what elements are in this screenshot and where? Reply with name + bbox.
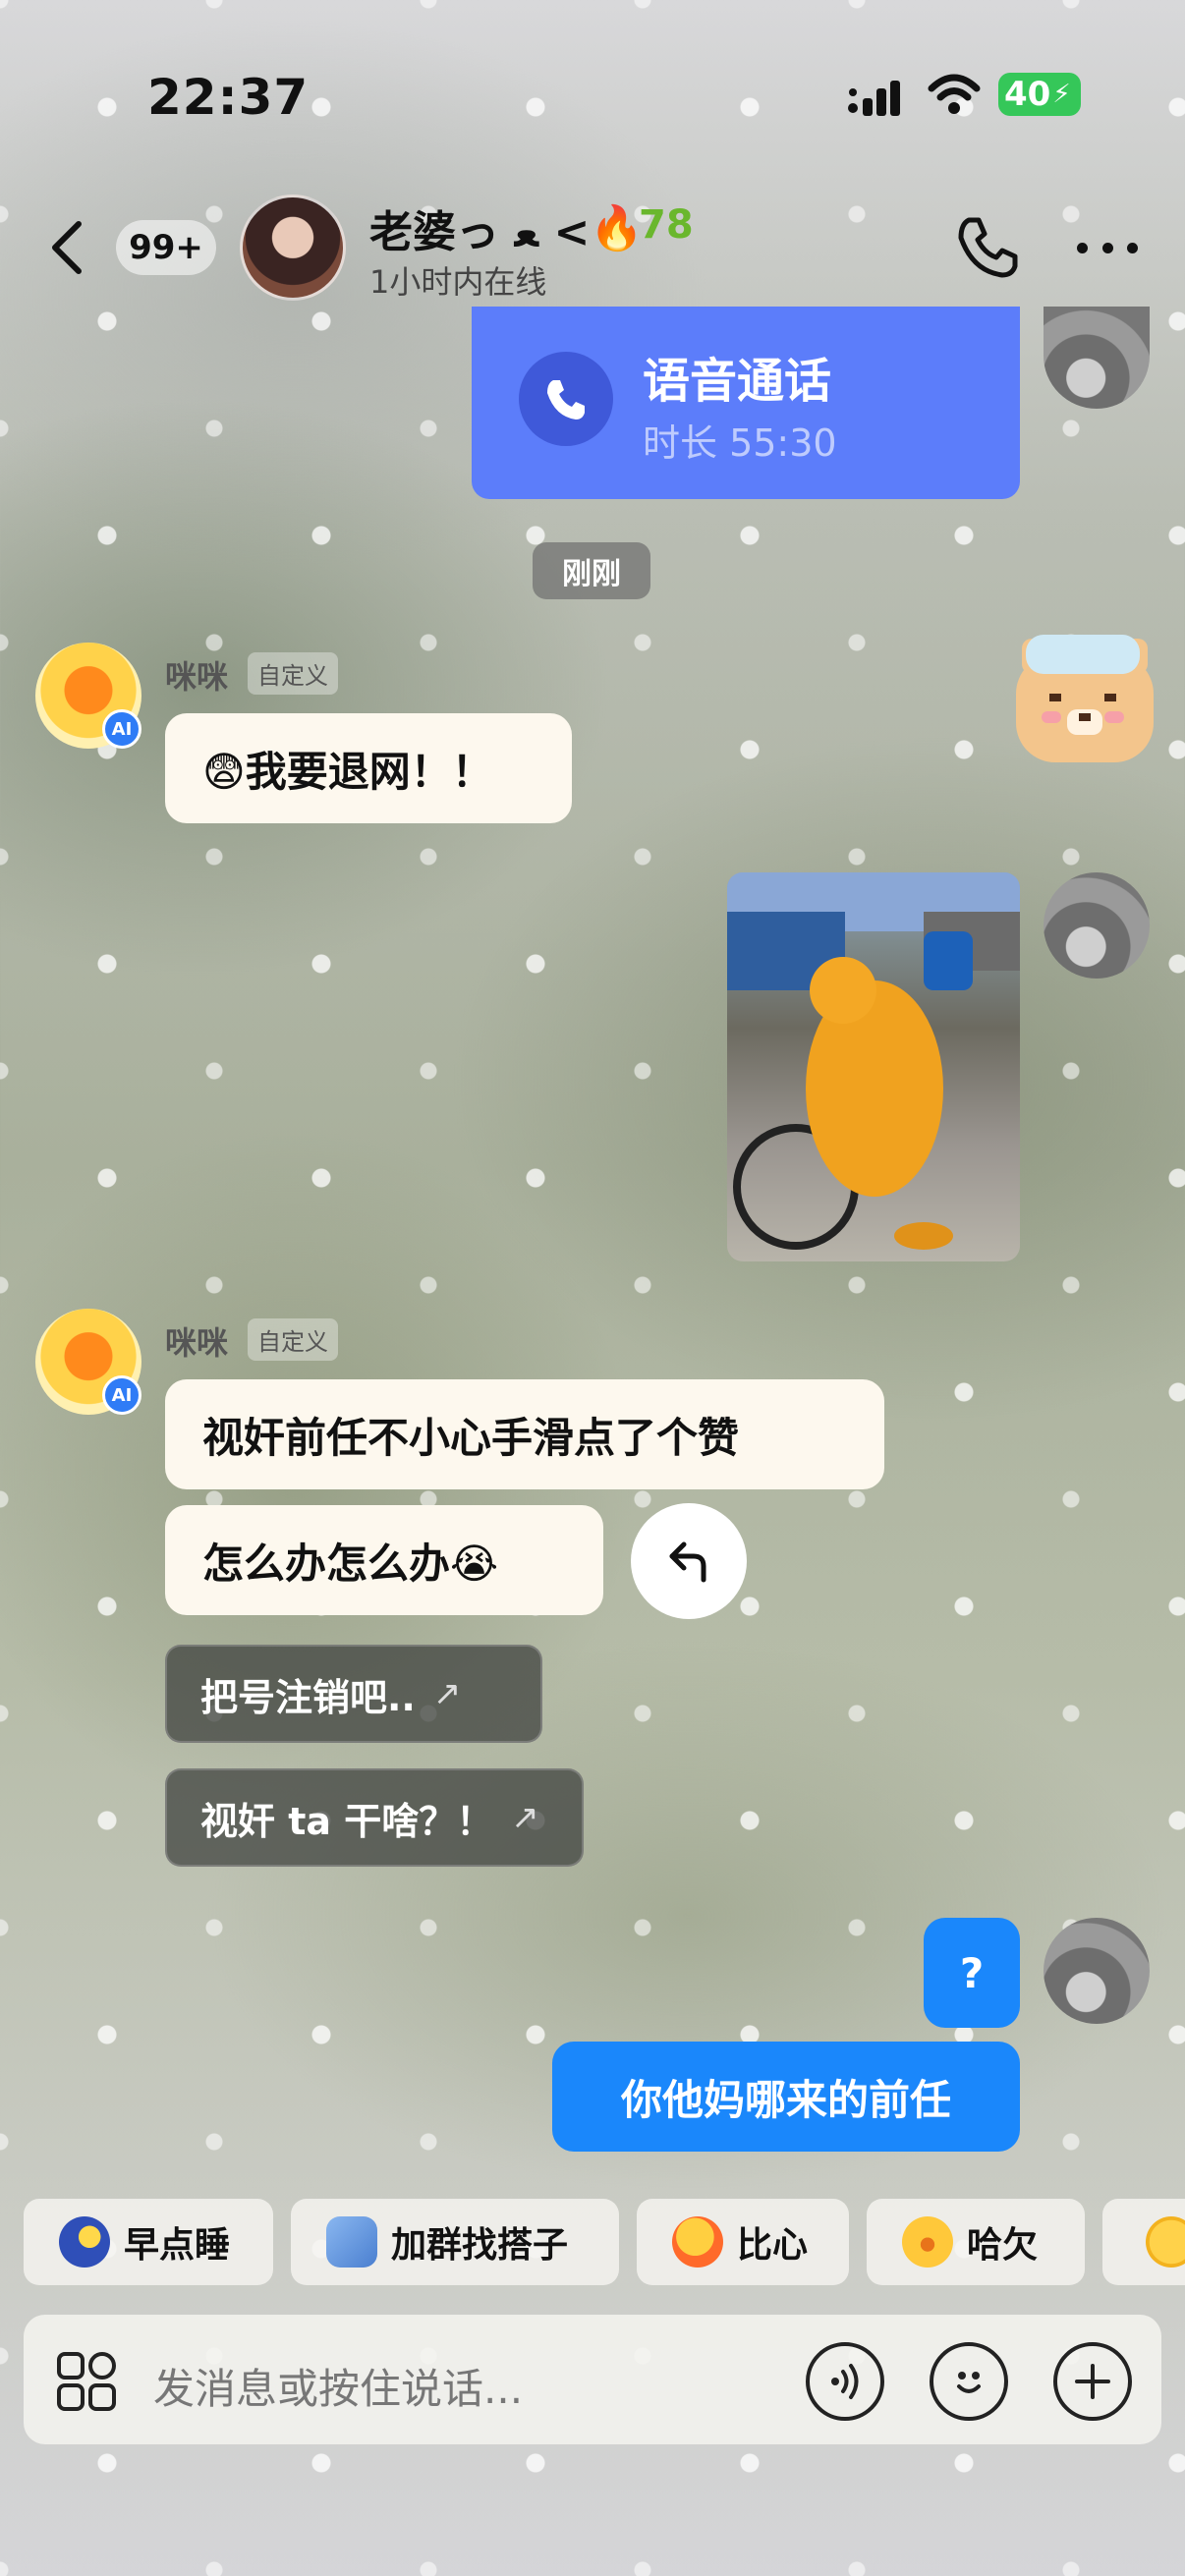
voice-input-button[interactable] [806,2342,884,2421]
incoming-message[interactable]: 视奸前任不小心手滑点了个赞 [165,1379,884,1489]
yawn-emoji-icon [902,2216,953,2268]
quick-chip-label: 哈欠 [967,2225,1039,2266]
sender-tag: 自定义 [248,1318,338,1361]
wifi-icon [928,74,981,114]
quick-chip-more[interactable] [1102,2199,1185,2285]
reply-button[interactable] [631,1503,747,1619]
add-attachment-button[interactable] [1053,2342,1132,2421]
quick-chip-yawn[interactable]: 哈欠 [867,2199,1085,2285]
suggested-reply[interactable]: 把号注销吧.. ↗ [165,1645,542,1743]
suggested-reply-label: 视奸 ta 干啥？！ [200,1799,494,1843]
gamepad-icon [326,2216,377,2268]
reply-arrow-icon [669,1541,706,1583]
back-arrow-icon[interactable] [47,218,86,277]
quick-chip-label: 早点睡 [124,2225,231,2266]
sleep-moon-icon [59,2216,110,2268]
call-title: 语音通话 [643,354,832,409]
sender-name: 咪咪 [165,658,229,696]
quick-chip-group[interactable]: 加群找搭子 [291,2199,619,2285]
more-options-icon[interactable] [1077,228,1138,267]
cellular-signal-icon [848,81,900,116]
sent-photo[interactable] [727,872,1020,1261]
plus-icon [1075,2364,1110,2399]
my-avatar[interactable] [1044,872,1150,979]
quick-chip-heart[interactable]: 比心 [637,2199,849,2285]
contact-name[interactable]: 老婆っ ﻌ < [369,196,590,259]
online-status: 1小时内在线 [369,263,547,301]
ai-badge: AI [102,1375,141,1415]
call-phone-icon [519,352,613,446]
quick-chip-sleep[interactable]: 早点睡 [24,2199,273,2285]
unread-count-badge[interactable]: 99+ [116,220,216,275]
sender-tag: 自定义 [248,652,338,695]
heat-value: 78 [639,202,694,248]
flame-icon: 🔥 [590,203,644,253]
status-time: 22:37 [147,69,310,126]
my-avatar[interactable] [1044,1918,1150,2024]
suggested-reply[interactable]: 视奸 ta 干啥？！ ↗ [165,1768,584,1867]
outgoing-message[interactable]: ? [924,1918,1020,2028]
incoming-message[interactable]: 怎么办怎么办😭 [165,1505,603,1615]
outgoing-message[interactable]: 你他妈哪来的前任 [552,2042,1020,2152]
battery-level: 40 [1004,75,1051,114]
suggested-reply-label: 把号注销吧.. [200,1675,416,1719]
quick-chip-label: 比心 [737,2225,809,2266]
smiley-icon [957,2372,981,2393]
contact-avatar[interactable] [240,195,346,301]
call-duration: 时长 55:30 [643,421,837,465]
charging-bolt-icon: ⚡ [1052,80,1071,109]
message-input[interactable]: 发消息或按住说话... [153,2356,523,2416]
message-timestamp: 刚刚 [533,542,650,599]
apps-grid-icon[interactable] [55,2350,118,2413]
heart-emoji-icon [672,2216,723,2268]
voice-wave-icon [831,2364,859,2399]
photo-content-icon [727,872,1020,1250]
ai-badge: AI [102,709,141,749]
arrow-up-right-icon: ↗ [511,1798,539,1837]
battery-indicator: 40 ⚡ [998,73,1081,116]
arrow-up-right-icon: ↗ [432,1674,462,1713]
my-avatar[interactable] [1044,307,1150,409]
bear-sticker[interactable] [1002,625,1163,774]
phone-call-icon[interactable] [955,214,1020,279]
sender-name: 咪咪 [165,1324,229,1362]
quick-chip-label: 加群找搭子 [391,2225,569,2266]
pleading-emoji-icon [1146,2216,1185,2268]
incoming-message[interactable]: 😨我要退网！！ [165,713,572,823]
emoji-button[interactable] [930,2342,1008,2421]
